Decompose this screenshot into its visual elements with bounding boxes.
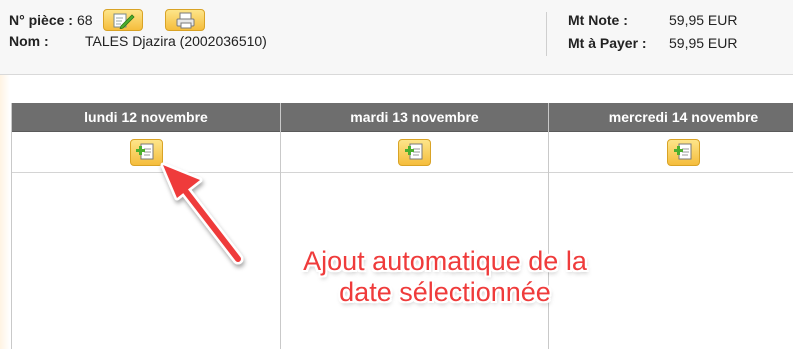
annotation-callout: Ajout automatique de la date sélectionné… xyxy=(260,246,630,308)
callout-line-1: Ajout automatique de la xyxy=(303,246,587,276)
callout-line-2: date sélectionnée xyxy=(339,277,551,307)
